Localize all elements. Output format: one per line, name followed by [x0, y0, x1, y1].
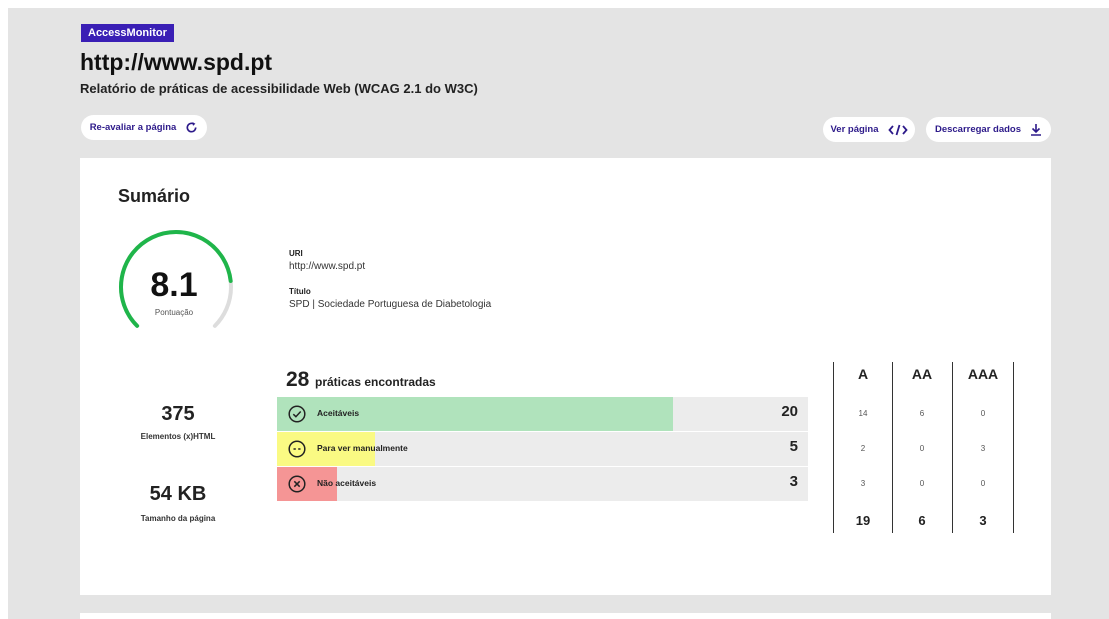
accessmonitor-logo[interactable]: AccessMonitor	[81, 24, 174, 42]
practices-count: 28	[286, 368, 310, 391]
practice-row-count: 5	[789, 438, 798, 455]
total-aaa: 3	[979, 513, 987, 528]
summary-title: Sumário	[118, 186, 191, 206]
uri-value: http://www.spd.pt	[289, 261, 366, 272]
level-cell: 3	[860, 479, 866, 488]
title-value: SPD | Sociedade Portuguesa de Diabetolog…	[289, 299, 492, 310]
practice-row-manual[interactable]: Para ver manualmente 5	[277, 432, 808, 466]
practice-row-count: 3	[789, 473, 798, 490]
level-cell: 0	[919, 444, 925, 453]
page-url-heading: http://www.spd.pt	[80, 49, 273, 75]
practice-row-count: 20	[781, 403, 798, 420]
refresh-icon	[185, 121, 198, 134]
column-header-aa: AA	[911, 366, 933, 382]
column-divider	[952, 362, 953, 533]
page-size-label: Tamanho da página	[140, 514, 216, 523]
practice-row-label: Não aceitáveis	[317, 478, 377, 488]
download-data-button[interactable]: Descarregar dados	[926, 117, 1051, 142]
reevaluate-button[interactable]: Re-avaliar a página	[81, 115, 207, 140]
level-cell: 6	[919, 409, 925, 418]
column-divider	[1013, 362, 1014, 533]
score-label: Pontuação	[154, 308, 194, 317]
next-section-card	[80, 613, 1051, 619]
column-header-aaa: AAA	[967, 366, 999, 382]
column-header-a: A	[857, 366, 869, 382]
download-icon	[1030, 123, 1042, 136]
elements-label: Elementos (x)HTML	[140, 432, 216, 441]
level-cell: 3	[980, 444, 986, 453]
view-page-label: Ver página	[830, 124, 879, 135]
check-circle-icon	[288, 405, 306, 428]
practice-row-label: Aceitáveis	[317, 408, 360, 418]
dash-circle-icon	[288, 440, 306, 463]
reevaluate-label: Re-avaliar a página	[89, 122, 177, 133]
x-circle-icon	[288, 475, 306, 498]
download-label: Descarregar dados	[934, 124, 1022, 135]
practice-row-not-acceptable[interactable]: Não aceitáveis 3	[277, 467, 808, 501]
level-cell: 0	[980, 409, 986, 418]
practices-count-label: práticas encontradas	[315, 375, 436, 389]
practice-row-label: Para ver manualmente	[317, 443, 408, 453]
total-aa: 6	[918, 513, 926, 528]
level-cell: 0	[919, 479, 925, 488]
report-subtitle: Relatório de práticas de acessibilidade …	[80, 81, 478, 96]
level-cell: 2	[860, 444, 866, 453]
view-page-button[interactable]: Ver página	[823, 117, 915, 142]
code-icon	[887, 124, 908, 136]
score-value: 8.1	[150, 266, 198, 304]
practice-row-acceptable[interactable]: Aceitáveis 20	[277, 397, 808, 431]
page-size-value: 54 KB	[149, 483, 207, 505]
uri-label: URI	[289, 249, 303, 258]
elements-count: 375	[161, 403, 195, 425]
level-cell: 14	[858, 409, 868, 418]
title-label: Título	[289, 287, 311, 296]
total-a: 19	[855, 513, 871, 528]
level-cell: 0	[980, 479, 986, 488]
